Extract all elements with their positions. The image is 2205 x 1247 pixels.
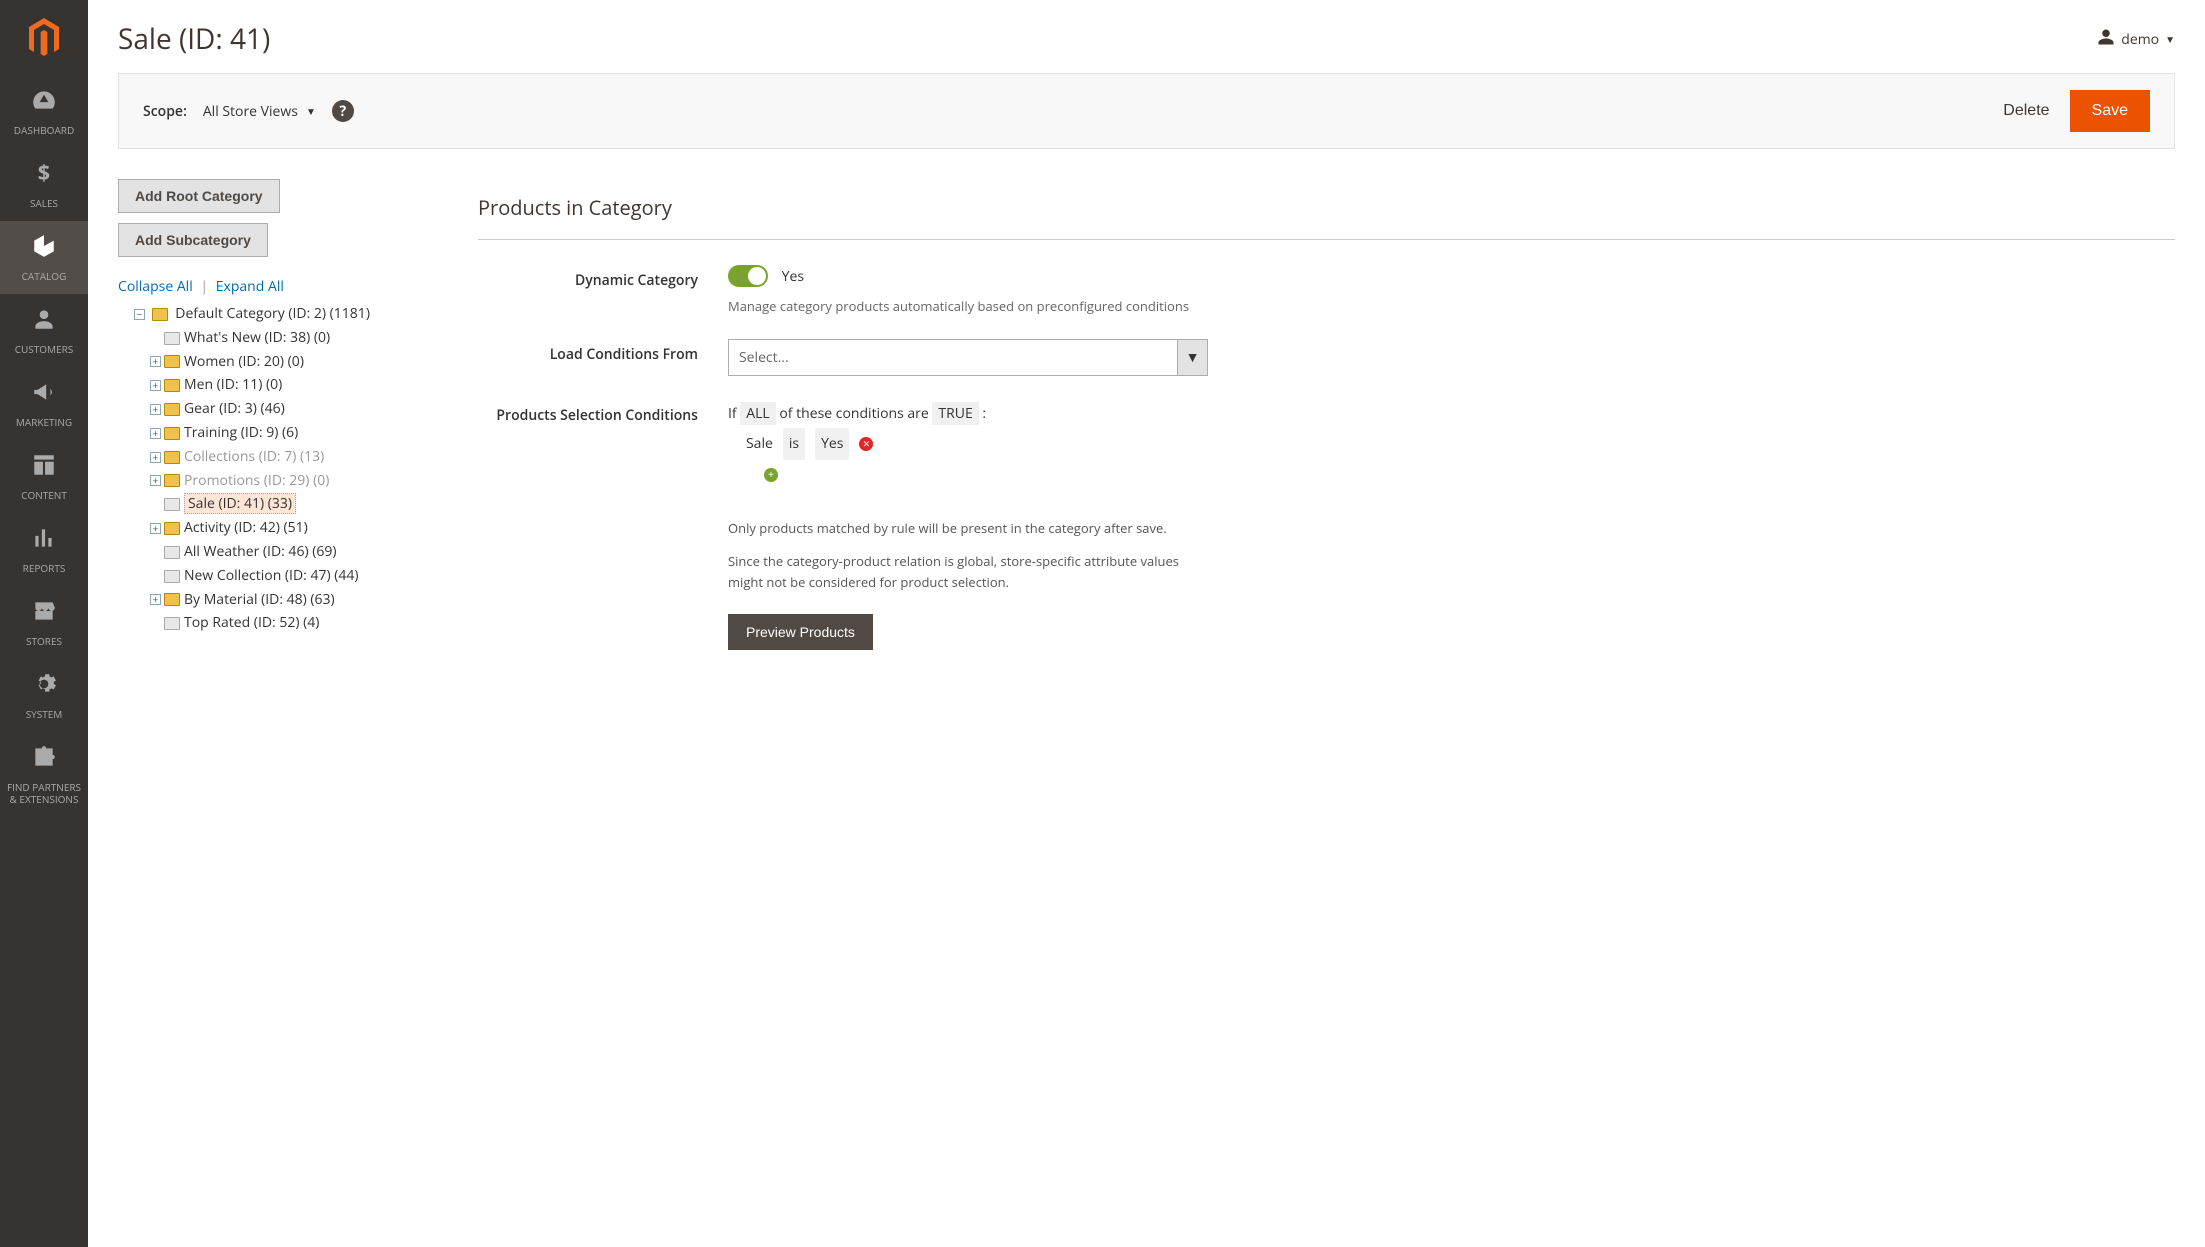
- dynamic-category-label: Dynamic Category: [478, 265, 728, 315]
- tree-node[interactable]: What's New (ID: 38) (0): [184, 328, 330, 347]
- dashboard-icon: [4, 87, 84, 120]
- nav-system[interactable]: SYSTEM: [0, 659, 88, 732]
- svg-text:$: $: [38, 160, 50, 186]
- caret-down-icon[interactable]: ▼: [1178, 339, 1208, 376]
- folder-icon: [164, 570, 180, 583]
- tree-expand-icon[interactable]: +: [150, 594, 161, 605]
- marketing-icon: [4, 379, 84, 412]
- remove-condition-icon[interactable]: ✕: [859, 437, 873, 451]
- tree-node[interactable]: Gear (ID: 3) (46): [184, 399, 285, 418]
- folder-icon: [164, 379, 180, 392]
- reports-icon: [4, 525, 84, 558]
- tree-expand-icon[interactable]: +: [150, 523, 161, 534]
- tree-expand-icon[interactable]: +: [150, 404, 161, 415]
- folder-icon: [164, 355, 180, 368]
- section-title: Products in Category: [478, 179, 2175, 240]
- nav-customers[interactable]: CUSTOMERS: [0, 294, 88, 367]
- tree-node[interactable]: All Weather (ID: 46) (69): [184, 542, 336, 561]
- admin-sidebar: DASHBOARD$SALESCATALOGCUSTOMERSMARKETING…: [0, 0, 88, 1247]
- dynamic-category-value: Yes: [782, 267, 804, 286]
- main-content: Sale (ID: 41) demo ▼ Scope: All Store Vi…: [88, 0, 2205, 1247]
- catalog-icon: [4, 233, 84, 266]
- caret-down-icon: ▼: [306, 104, 316, 118]
- nav-catalog[interactable]: CATALOG: [0, 221, 88, 294]
- expand-all-link[interactable]: Expand All: [216, 277, 284, 296]
- tree-expand-icon[interactable]: +: [150, 475, 161, 486]
- nav-stores[interactable]: STORES: [0, 586, 88, 659]
- tree-expand-icon[interactable]: +: [150, 452, 161, 463]
- folder-icon: [164, 498, 180, 511]
- folder-icon: [164, 474, 180, 487]
- load-conditions-select[interactable]: Select... ▼: [728, 339, 1208, 376]
- category-tree: − Default Category (ID: 2) (1181) What's…: [118, 302, 438, 635]
- nav-reports[interactable]: REPORTS: [0, 513, 88, 586]
- magento-logo-icon: [26, 18, 62, 58]
- add-subcategory-button[interactable]: Add Subcategory: [118, 223, 268, 257]
- page-title: Sale (ID: 41): [118, 20, 270, 58]
- tree-expand-icon[interactable]: +: [150, 428, 161, 439]
- load-conditions-label: Load Conditions From: [478, 339, 728, 376]
- delete-button[interactable]: Delete: [2003, 102, 2049, 120]
- preview-products-button[interactable]: Preview Products: [728, 614, 873, 650]
- username: demo: [2121, 30, 2159, 49]
- nav-content[interactable]: CONTENT: [0, 440, 88, 513]
- scope-bar: Scope: All Store Views ▼ ? Delete Save: [118, 73, 2175, 149]
- tree-node[interactable]: Collections (ID: 7) (13): [184, 447, 324, 466]
- tree-node[interactable]: Training (ID: 9) (6): [184, 423, 298, 442]
- dynamic-category-toggle[interactable]: [728, 265, 768, 287]
- folder-icon: [164, 522, 180, 535]
- tree-node[interactable]: Sale (ID: 41) (33): [184, 493, 296, 514]
- collapse-all-link[interactable]: Collapse All: [118, 277, 193, 296]
- customers-icon: [4, 306, 84, 339]
- tree-node[interactable]: New Collection (ID: 47) (44): [184, 566, 359, 585]
- tree-node[interactable]: Top Rated (ID: 52) (4): [184, 613, 319, 632]
- folder-icon: [164, 617, 180, 630]
- nav-marketing[interactable]: MARKETING: [0, 367, 88, 440]
- psc-note-1: Only products matched by rule will be pr…: [728, 518, 1208, 539]
- partners-icon: [4, 744, 84, 777]
- scope-label: Scope:: [143, 102, 187, 121]
- folder-icon: [164, 403, 180, 416]
- folder-icon: [164, 593, 180, 606]
- tree-node[interactable]: By Material (ID: 48) (63): [184, 590, 335, 609]
- psc-label: Products Selection Conditions: [478, 400, 728, 650]
- rule-tree: If ALL of these conditions are TRUE : Sa…: [728, 400, 2175, 488]
- tree-node[interactable]: Activity (ID: 42) (51): [184, 518, 308, 537]
- magento-logo: [0, 0, 88, 75]
- nav-dashboard[interactable]: DASHBOARD: [0, 75, 88, 148]
- add-root-category-button[interactable]: Add Root Category: [118, 179, 280, 213]
- condition-attribute[interactable]: Sale: [746, 430, 773, 458]
- add-condition-icon[interactable]: +: [764, 468, 778, 482]
- folder-icon: [164, 546, 180, 559]
- tree-node[interactable]: Women (ID: 20) (0): [184, 352, 304, 371]
- stores-icon: [4, 598, 84, 631]
- tree-node[interactable]: Promotions (ID: 29) (0): [184, 471, 329, 490]
- scope-selector[interactable]: All Store Views ▼: [203, 102, 316, 121]
- tree-node[interactable]: Men (ID: 11) (0): [184, 375, 282, 394]
- tree-node-root[interactable]: Default Category (ID: 2) (1181): [175, 304, 370, 323]
- tree-collapse-icon[interactable]: −: [134, 309, 145, 320]
- content-icon: [4, 452, 84, 485]
- sales-icon: $: [4, 160, 84, 193]
- tree-expand-icon[interactable]: +: [150, 356, 161, 367]
- nav-sales[interactable]: $SALES: [0, 148, 88, 221]
- condition-value[interactable]: Yes: [815, 428, 849, 460]
- psc-note-2: Since the category-product relation is g…: [728, 551, 1208, 593]
- tree-expand-icon[interactable]: +: [150, 380, 161, 391]
- nav-partners[interactable]: FIND PARTNERS & EXTENSIONS: [0, 732, 88, 817]
- folder-icon: [164, 332, 180, 345]
- caret-down-icon: ▼: [2165, 32, 2175, 46]
- folder-icon: [152, 308, 168, 321]
- folder-icon: [164, 427, 180, 440]
- system-icon: [4, 671, 84, 704]
- condition-operator[interactable]: is: [783, 428, 805, 460]
- rule-value[interactable]: TRUE: [932, 402, 978, 425]
- user-menu[interactable]: demo ▼: [2097, 28, 2175, 51]
- save-button[interactable]: Save: [2070, 90, 2150, 132]
- user-icon: [2097, 28, 2115, 51]
- rule-aggregator[interactable]: ALL: [740, 402, 775, 425]
- folder-icon: [164, 451, 180, 464]
- dynamic-category-note: Manage category products automatically b…: [728, 297, 2175, 315]
- help-icon[interactable]: ?: [332, 100, 354, 122]
